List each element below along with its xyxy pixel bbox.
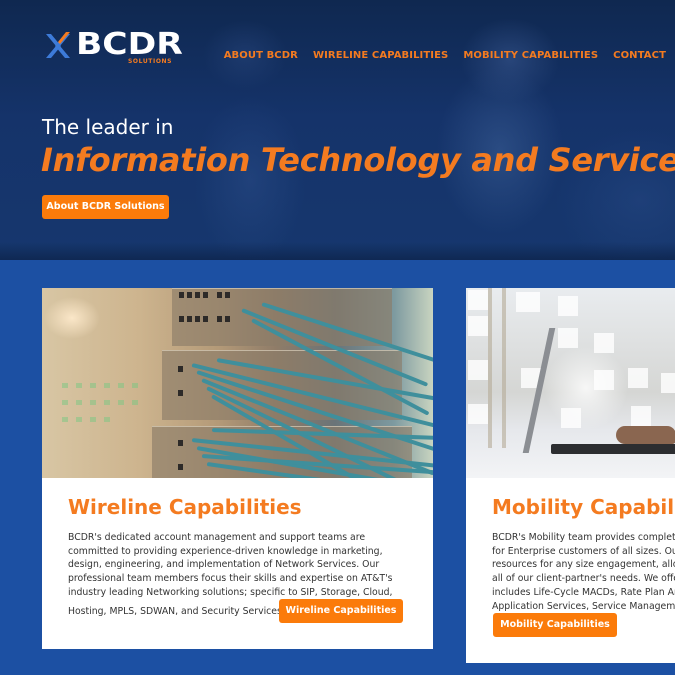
logo-wordmark: BCDR: [76, 27, 183, 62]
mobility-card: Mobility Capabilities BCDR's Mobility te…: [466, 288, 675, 663]
nav-about-bcdr[interactable]: ABOUT BCDR: [224, 50, 298, 61]
crossed-arrows-logo-icon: [46, 32, 70, 58]
logo-subtext: SOLUTIONS: [128, 58, 173, 65]
wireline-body-line: committed to providing experience-driven…: [68, 545, 383, 557]
mobility-body-line: BCDR's Mobility team provides complete: [492, 532, 675, 543]
network-switch-cables-image: [42, 288, 433, 478]
hero-banner: BCDR SOLUTIONS ABOUT BCDR WIRELINE CAPAB…: [0, 0, 675, 260]
wireline-body-line: design, engineering, and implementation …: [68, 559, 380, 571]
mobility-body-line: all of our client-partner's needs. We of…: [492, 573, 675, 585]
mobility-body-line: for Enterprise customers of all sizes. O…: [492, 545, 675, 557]
main-nav: ABOUT BCDR WIRELINE CAPABILITIES MOBILIT…: [224, 50, 666, 61]
nav-wireline-capabilities[interactable]: WIRELINE CAPABILITIES: [313, 50, 448, 61]
wireline-card: Wireline Capabilities BCDR's dedicated a…: [42, 288, 433, 649]
wireline-body-line: BCDR's dedicated account management and …: [68, 532, 366, 543]
mobility-card-title: Mobility Capabilities: [492, 495, 675, 519]
logo[interactable]: BCDR SOLUTIONS: [42, 27, 184, 70]
nav-contact[interactable]: CONTACT: [613, 50, 666, 61]
mobility-body-line: includes Life-Cycle MACDs, Rate Plan An: [492, 586, 675, 598]
mobility-body-line: resources for any size engagement, allow: [492, 559, 675, 571]
mobility-body-line: Application Services, Service Manageme: [492, 600, 675, 612]
wireline-card-title: Wireline Capabilities: [68, 495, 302, 519]
about-bcdr-solutions-button[interactable]: About BCDR Solutions: [42, 195, 169, 219]
hero-title: Information Technology and Services: [41, 141, 675, 179]
hero-subtitle: The leader in: [42, 115, 174, 139]
nav-mobility-capabilities[interactable]: MOBILITY CAPABILITIES: [463, 50, 598, 61]
laptop-typing-image: [466, 288, 675, 478]
wireline-body-line: industry leading Networking solutions; s…: [68, 586, 393, 598]
mobility-card-description: BCDR's Mobility team provides complete f…: [492, 531, 675, 613]
wireline-capabilities-button[interactable]: Wireline Capabilities: [279, 599, 403, 623]
wireline-body-line: professional team members focus their sk…: [68, 573, 393, 585]
mobility-capabilities-button[interactable]: Mobility Capabilities: [493, 613, 617, 637]
